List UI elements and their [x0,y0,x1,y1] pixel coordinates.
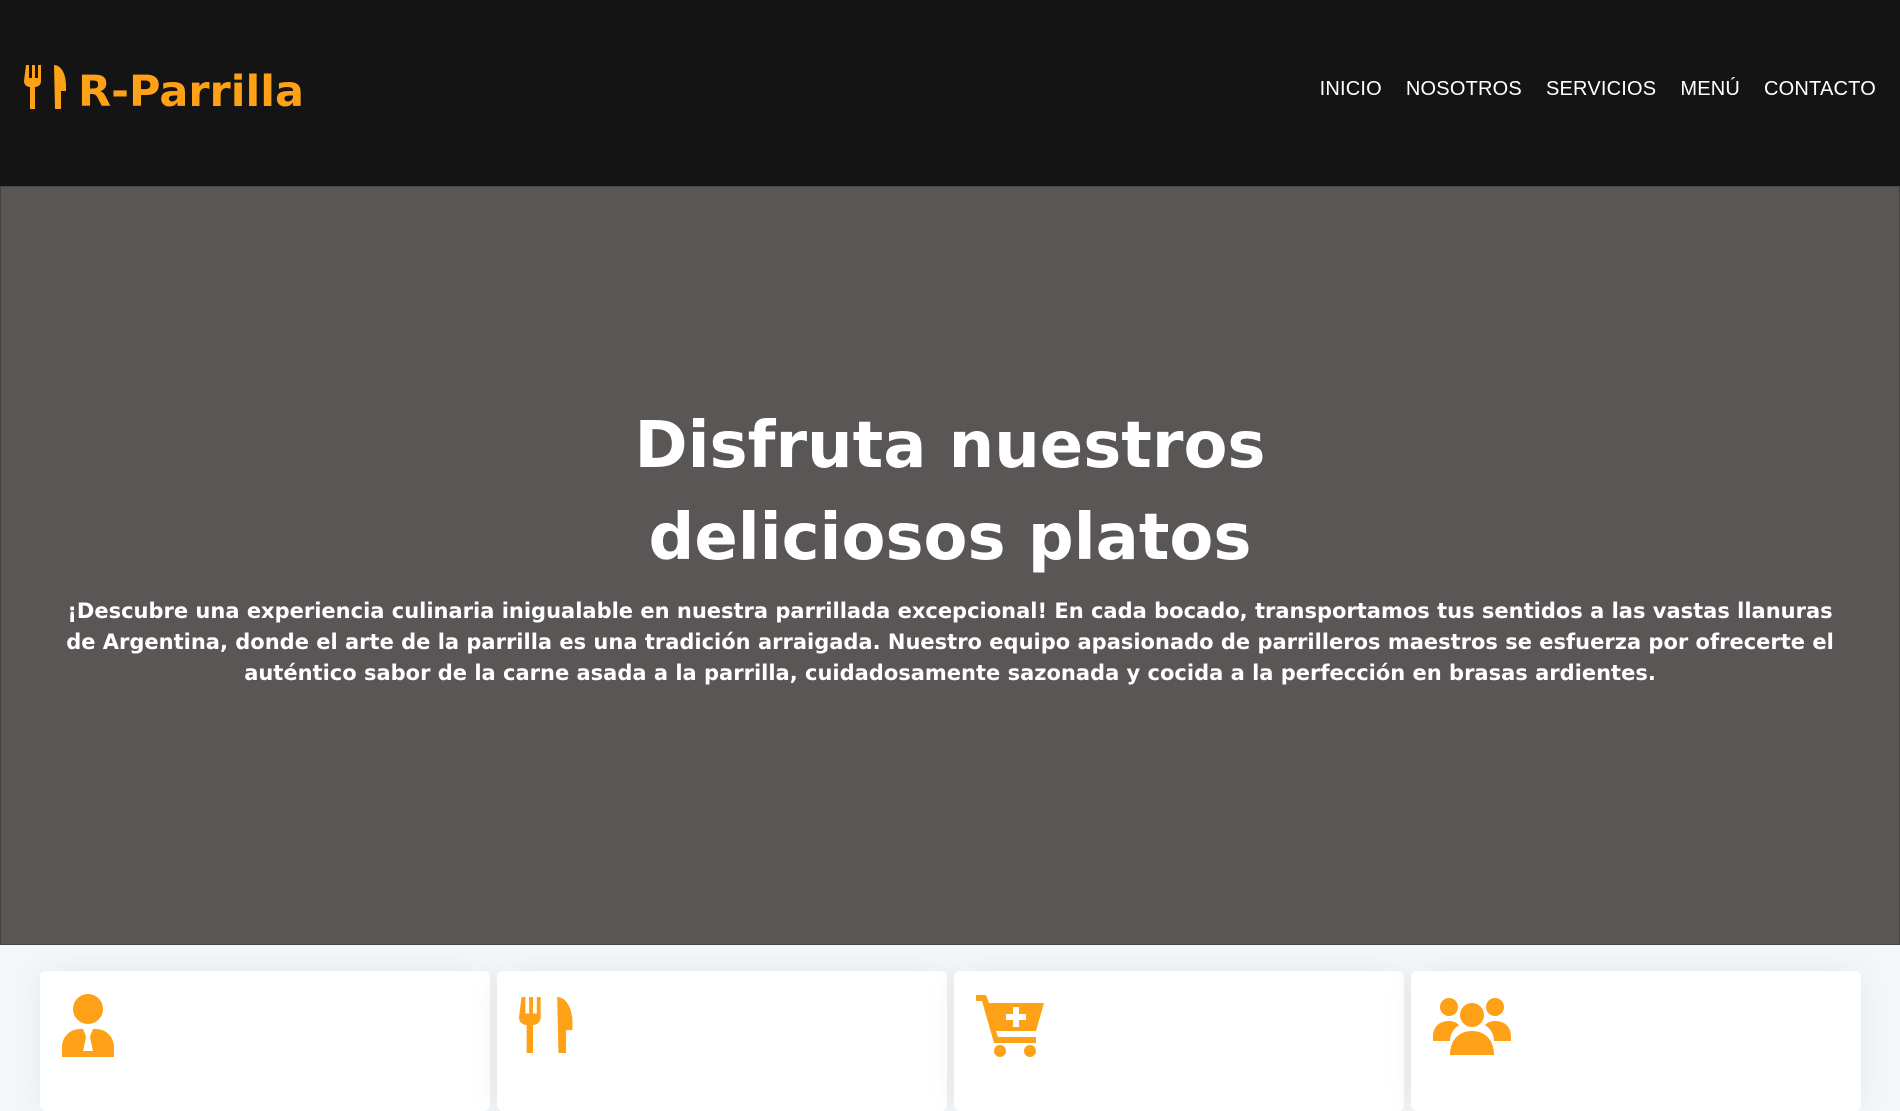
nav-item-menu[interactable]: MENÚ [1680,78,1740,101]
users-icon [1433,993,1511,1059]
utensils-icon [24,63,68,122]
service-card-chef [40,971,490,1111]
main-nav: INICIO NOSOTROS SERVICIOS MENÚ CONTACTO [1320,78,1876,101]
brand-logo-link[interactable]: R-Parrilla [24,64,304,120]
nav-item-nosotros[interactable]: NOSOTROS [1406,78,1522,101]
service-card-food [497,971,947,1111]
nav-item-inicio[interactable]: INICIO [1320,78,1382,101]
nav-item-servicios[interactable]: SERVICIOS [1546,78,1656,101]
navbar: R-Parrilla INICIO NOSOTROS SERVICIOS MEN… [0,0,1900,186]
cart-plus-icon [976,993,1046,1059]
utensils-icon [519,993,575,1059]
hero-section: Disfruta nuestros deliciosos platos ¡Des… [0,186,1900,945]
hero-description: ¡Descubre una experiencia culinaria inig… [66,599,1834,685]
service-card-order [954,971,1404,1111]
chef-user-icon [62,993,118,1059]
hero-title: Disfruta nuestros deliciosos platos [634,409,1266,575]
service-card-attention [1411,971,1861,1111]
brand-name: R-Parrilla [78,67,304,117]
nav-item-contacto[interactable]: CONTACTO [1764,78,1876,101]
services-section [0,945,1900,1111]
